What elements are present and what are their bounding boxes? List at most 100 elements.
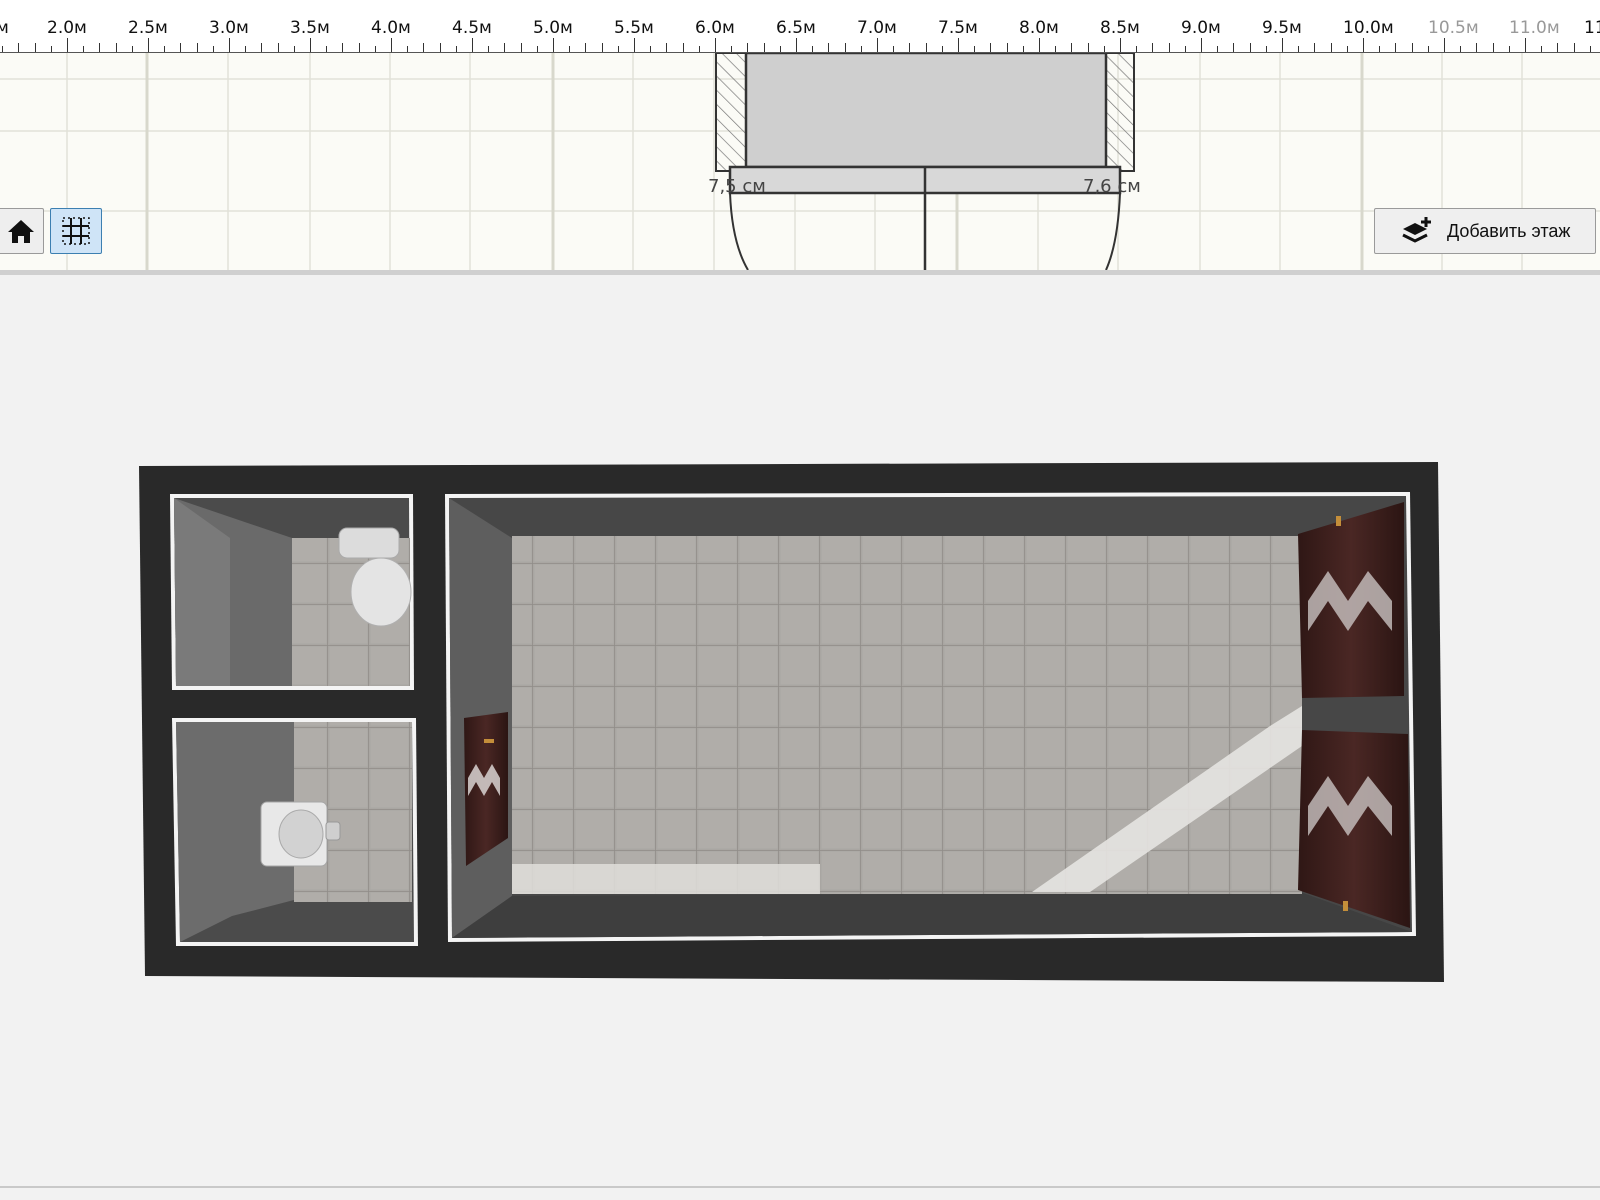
ruler-tick: [18, 43, 19, 52]
ruler-tick: [1055, 46, 1056, 52]
ruler-tick: [180, 43, 181, 52]
ruler-tick: [488, 46, 489, 52]
ruler-label: 2.0м: [47, 18, 87, 38]
main-room[interactable]: [445, 492, 1416, 942]
ruler-tick: [35, 43, 36, 52]
ruler-tick: [278, 43, 279, 52]
ruler-tick: [731, 46, 732, 52]
ruler-tick: [1331, 43, 1332, 52]
ruler-tick: [1314, 43, 1315, 52]
add-layer-icon: [1402, 217, 1431, 243]
ruler-label: 6.5м: [776, 18, 816, 38]
ruler-tick: [699, 46, 700, 52]
ruler-tick: [877, 38, 878, 52]
ruler-tick: [1088, 43, 1089, 52]
ruler-tick: [828, 43, 829, 52]
3d-scene[interactable]: [0, 276, 1600, 1186]
ruler-tick: [1541, 46, 1542, 52]
ruler-tick: [1007, 43, 1008, 52]
add-floor-label: Добавить этаж: [1447, 220, 1571, 241]
ruler-label: 8.0м: [1019, 18, 1059, 38]
entrance-door-top[interactable]: [1298, 502, 1404, 698]
ruler-tick: [585, 43, 586, 52]
ruler-tick: [1493, 43, 1494, 52]
ruler-tick: [1023, 46, 1024, 52]
ruler-tick: [1104, 46, 1105, 52]
grid-toggle-button[interactable]: [50, 208, 102, 254]
ruler-tick: [197, 43, 198, 52]
ruler-label: 7.0м: [857, 18, 897, 38]
ruler-tick: [132, 46, 133, 52]
ruler-tick: [1169, 43, 1170, 52]
ruler-tick: [796, 38, 797, 52]
ruler-tick: [764, 43, 765, 52]
ruler-tick: [245, 46, 246, 52]
dimension-label-left: 7,5 см: [708, 176, 766, 197]
dimension-label-right: 7,6 см: [1083, 176, 1141, 197]
ruler-tick: [391, 38, 392, 52]
plan-view[interactable]: м 2.0м 2.5м 3.0м 3.5м 4.0м 4.5м 5.0м 5.5м 6.0м 6.5…: [0, 0, 1600, 271]
ruler-tick: [1412, 43, 1413, 52]
ruler-tick: [1039, 38, 1040, 52]
ruler-tick: [116, 43, 117, 52]
ruler-label: 11: [1584, 18, 1600, 38]
ruler-tick: [440, 43, 441, 52]
ruler-tick: [1217, 46, 1218, 52]
ruler-label: м: [0, 18, 9, 38]
ruler-tick: [83, 46, 84, 52]
pane-splitter[interactable]: [0, 270, 1600, 275]
ruler-tick: [1525, 38, 1526, 52]
ruler-tick: [2, 46, 3, 52]
ruler-tick: [51, 46, 52, 52]
ruler-tick: [1444, 38, 1445, 52]
ruler-tick: [1136, 46, 1137, 52]
ruler-tick: [472, 38, 473, 52]
ruler-tick: [310, 38, 311, 52]
ruler-tick: [1071, 43, 1072, 52]
grid-icon: [62, 217, 90, 245]
ruler-tick: [229, 38, 230, 52]
ruler-tick: [569, 46, 570, 52]
ruler-tick: [893, 46, 894, 52]
ruler-tick: [423, 43, 424, 52]
ruler-tick: [375, 46, 376, 52]
ruler-tick: [861, 46, 862, 52]
ruler-tick: [909, 43, 910, 52]
sink-room[interactable]: [172, 718, 418, 946]
ruler-tick: [942, 46, 943, 52]
ruler-tick: [521, 43, 522, 52]
toilet-room[interactable]: [170, 494, 414, 690]
ruler-label: 5.5м: [614, 18, 654, 38]
plan-canvas[interactable]: [0, 53, 1600, 270]
ruler-tick: [67, 38, 68, 52]
ruler-tick: [1557, 43, 1558, 52]
ruler-tick: [1476, 43, 1477, 52]
ruler-tick: [456, 46, 457, 52]
ruler-tick: [164, 46, 165, 52]
ruler-label: 11.0м: [1505, 18, 1564, 38]
ruler-tick: [1395, 43, 1396, 52]
ruler-tick: [990, 43, 991, 52]
ruler-label: 7.5м: [938, 18, 978, 38]
ruler-tick: [780, 46, 781, 52]
ruler-tick: [1574, 43, 1575, 52]
ruler-tick: [1185, 46, 1186, 52]
ruler-label: 8.5м: [1100, 18, 1140, 38]
ruler-tick: [99, 43, 100, 52]
ruler-tick: [1428, 46, 1429, 52]
ruler-tick: [261, 43, 262, 52]
ruler-tick: [537, 46, 538, 52]
home-button[interactable]: [0, 208, 44, 254]
ruler-tick: [747, 43, 748, 52]
ruler-tick: [1347, 46, 1348, 52]
ruler-tick: [213, 46, 214, 52]
plan-room[interactable]: [715, 53, 1135, 270]
ruler-label: 9.5м: [1262, 18, 1302, 38]
add-floor-button[interactable]: Добавить этаж: [1374, 208, 1596, 254]
ruler-tick: [1266, 46, 1267, 52]
3d-view[interactable]: [0, 276, 1600, 1186]
ruler-tick: [407, 46, 408, 52]
ruler-tick: [1120, 38, 1121, 52]
ruler-label: 3.0м: [209, 18, 249, 38]
ruler-tick: [553, 38, 554, 52]
